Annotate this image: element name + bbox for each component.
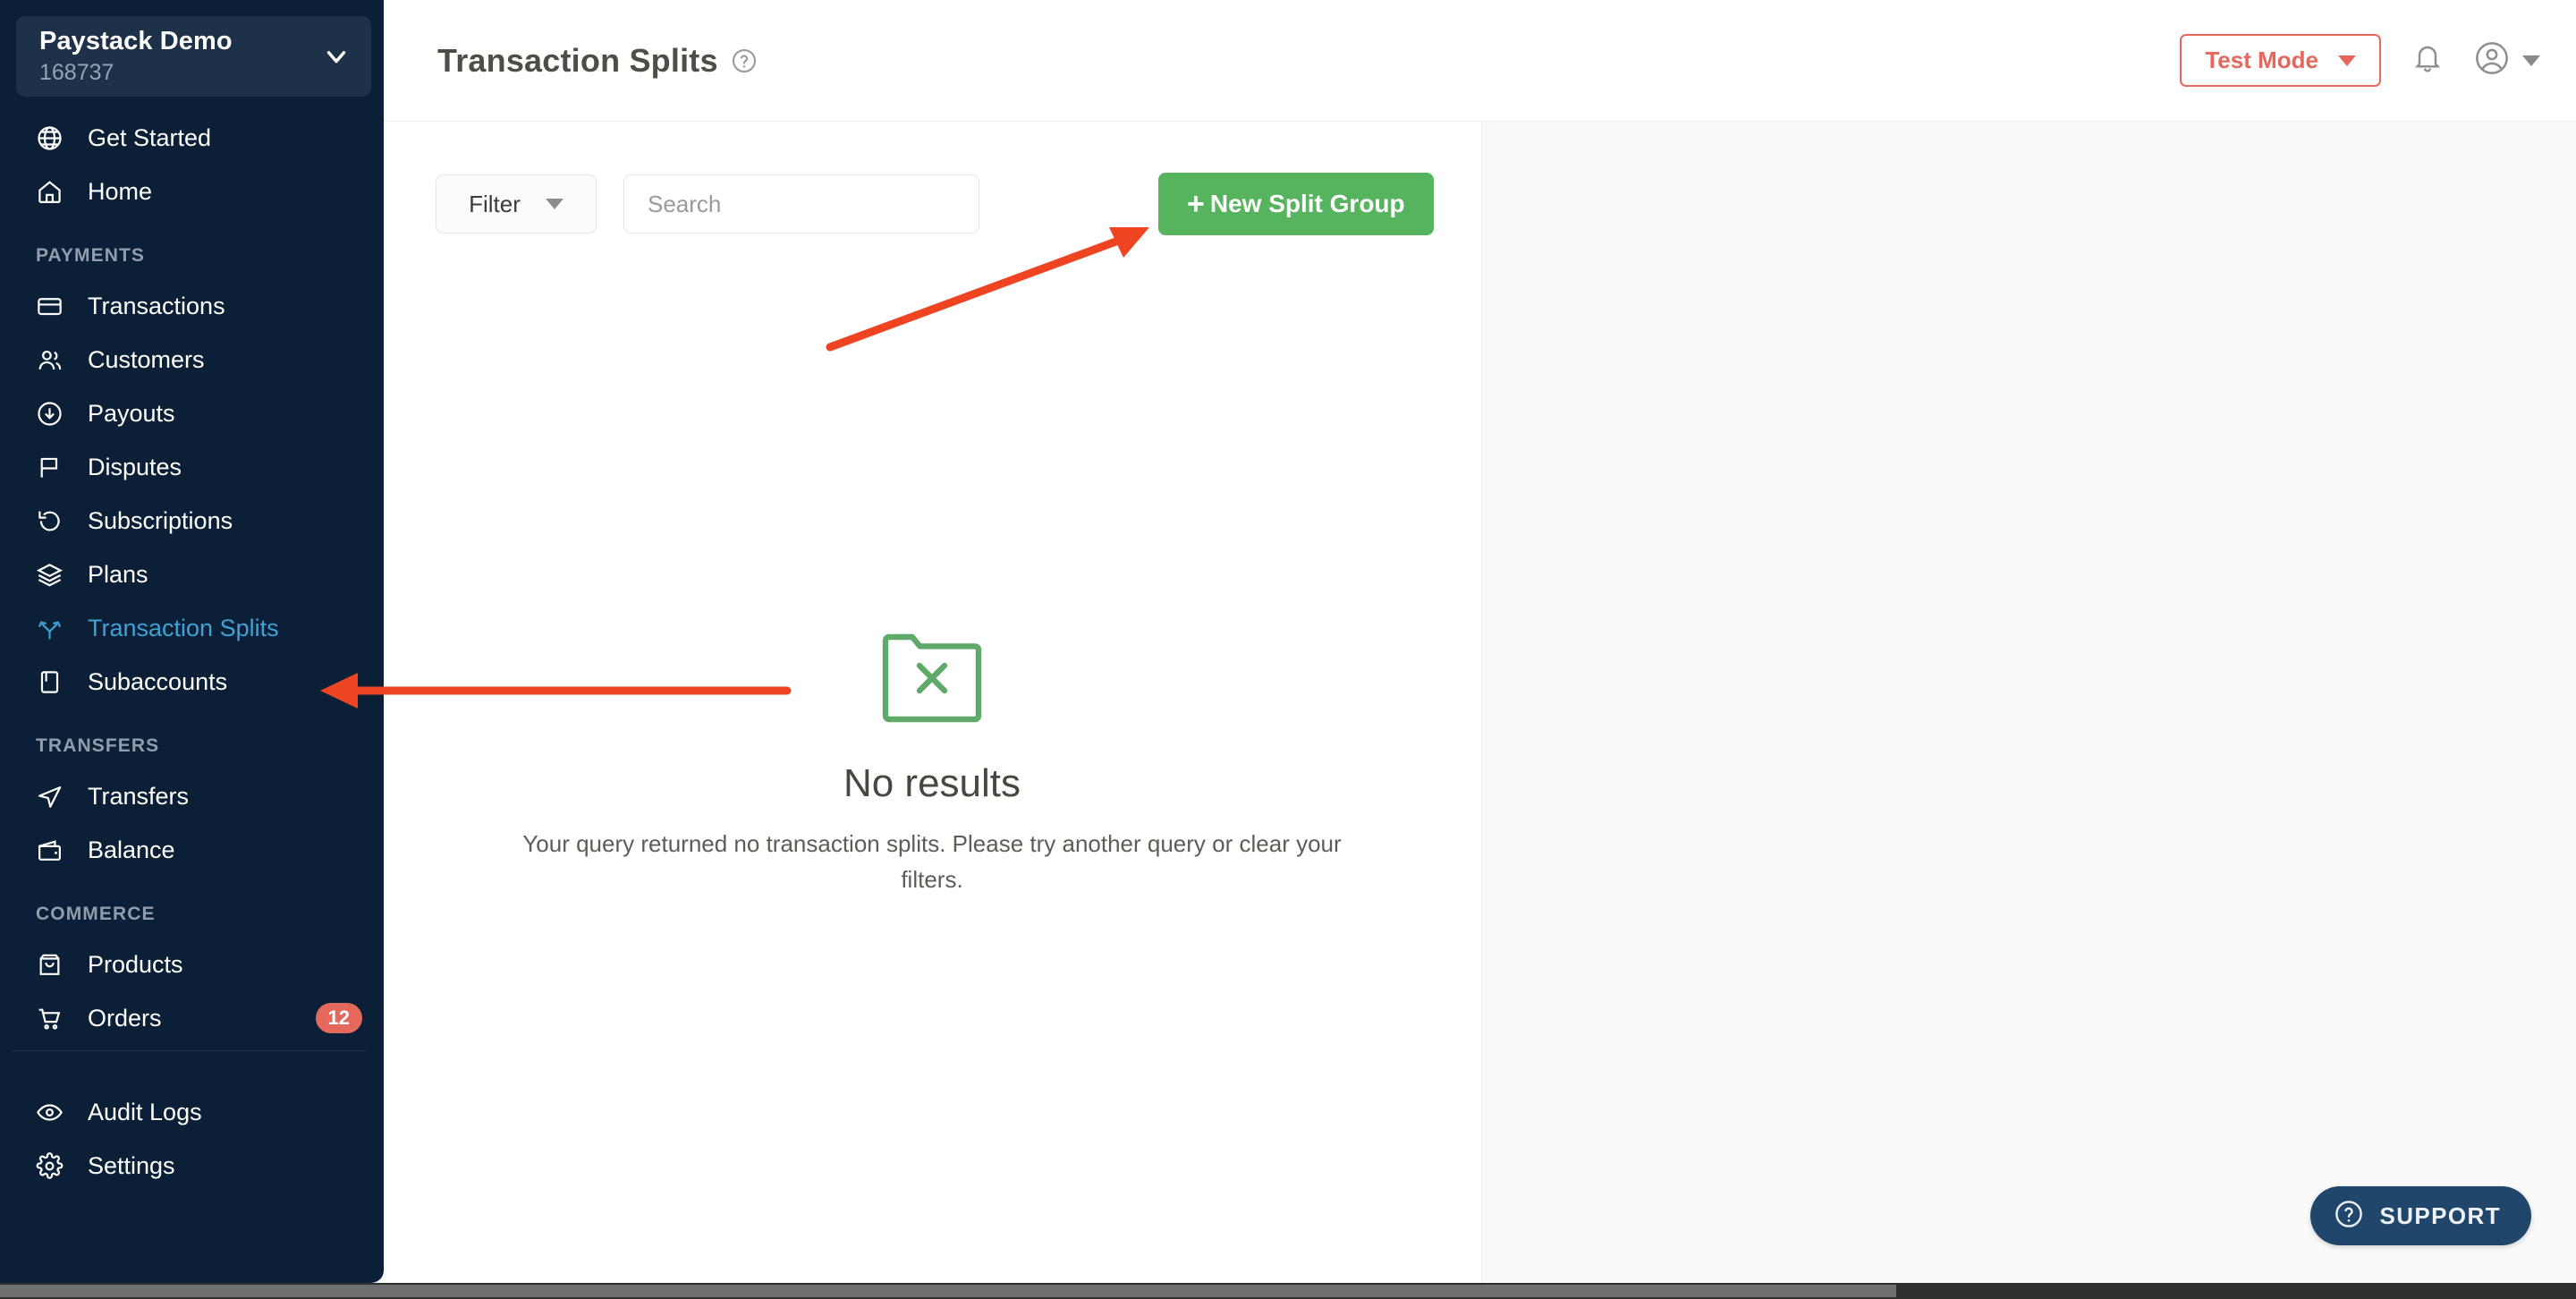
sidebar-item-audit-logs[interactable]: Audit Logs: [0, 1085, 384, 1139]
sidebar-item-payouts[interactable]: Payouts: [0, 386, 384, 440]
question-circle-icon: [2334, 1199, 2364, 1234]
new-split-group-button[interactable]: + New Split Group: [1158, 173, 1434, 235]
sidebar-item-label: Subaccounts: [88, 667, 228, 695]
account-info: Paystack Demo 168737: [39, 27, 321, 86]
sidebar-item-label: Balance: [88, 836, 175, 863]
sidebar-item-balance[interactable]: Balance: [0, 823, 384, 877]
split-fork-icon: [36, 615, 72, 642]
support-button[interactable]: SUPPORT: [2309, 1186, 2531, 1245]
sidebar-item-products[interactable]: Products: [0, 938, 384, 991]
send-icon: [36, 783, 72, 811]
eye-icon: [36, 1099, 72, 1126]
sidebar-item-label: Subscriptions: [88, 506, 233, 534]
sidebar-item-transaction-splits[interactable]: Transaction Splits: [0, 601, 384, 655]
sidebar-item-plans[interactable]: Plans: [0, 548, 384, 601]
users-icon: [36, 346, 72, 374]
folder-x-icon: [878, 628, 986, 727]
sidebar-item-label: Customers: [88, 345, 205, 373]
flag-icon: [36, 454, 72, 481]
sidebar-item-disputes[interactable]: Disputes: [0, 440, 384, 494]
account-id: 168737: [39, 60, 114, 85]
sidebar-item-orders[interactable]: Orders 12: [0, 991, 384, 1045]
window-scrollbar[interactable]: [0, 1283, 2576, 1299]
content-toolbar: Filter + New Split Group: [384, 122, 1481, 235]
gear-icon: [36, 1151, 72, 1180]
orders-badge: 12: [315, 1002, 362, 1034]
plus-icon: +: [1187, 187, 1205, 221]
sidebar-item-get-started[interactable]: Get Started: [0, 111, 384, 165]
sidebar-item-label: Products: [88, 950, 183, 978]
filter-dropdown[interactable]: Filter: [436, 174, 597, 233]
page-header: Transaction Splits Test Mode: [384, 0, 2576, 122]
layers-icon: [36, 561, 72, 589]
sidebar: Paystack Demo 168737 Get Started Home PA…: [0, 0, 384, 1283]
search-input[interactable]: [623, 174, 979, 233]
sidebar-item-subaccounts[interactable]: Subaccounts: [0, 655, 384, 709]
bell-icon: [2411, 42, 2444, 79]
sidebar-item-customers[interactable]: Customers: [0, 333, 384, 386]
sidebar-section-commerce: COMMERCE: [36, 904, 156, 924]
book-icon: [36, 668, 72, 696]
sidebar-item-label: Payouts: [88, 399, 175, 427]
sidebar-item-subscriptions[interactable]: Subscriptions: [0, 494, 384, 548]
account-switcher[interactable]: Paystack Demo 168737: [16, 16, 371, 97]
sidebar-nav: Get Started Home PAYMENTS Transactions C…: [0, 97, 384, 1193]
sidebar-item-transactions[interactable]: Transactions: [0, 279, 384, 333]
chevron-down-icon: [545, 199, 564, 209]
chevron-down-icon: [2522, 55, 2540, 66]
sidebar-section-payments: PAYMENTS: [36, 245, 145, 266]
chevron-down-icon: [2338, 55, 2356, 66]
user-menu-button[interactable]: [2474, 40, 2540, 81]
sidebar-item-label: Get Started: [88, 123, 212, 151]
scrollbar-thumb[interactable]: [0, 1285, 1896, 1297]
sidebar-item-label: Orders: [88, 1004, 162, 1032]
sidebar-item-label: Settings: [88, 1151, 175, 1179]
user-circle-icon: [2474, 40, 2510, 81]
home-icon: [36, 178, 72, 206]
sidebar-item-home[interactable]: Home: [0, 165, 384, 218]
paystack-dashboard: Paystack Demo 168737 Get Started Home PA…: [0, 0, 2576, 1299]
page-title: Transaction Splits: [437, 42, 758, 80]
sidebar-item-label: Audit Logs: [88, 1098, 202, 1125]
sidebar-item-transfers[interactable]: Transfers: [0, 769, 384, 823]
empty-state-title: No results: [843, 761, 1021, 805]
support-label: SUPPORT: [2379, 1201, 2501, 1229]
header-actions: Test Mode: [2180, 34, 2540, 87]
sidebar-section-transfers: TRANSFERS: [36, 735, 160, 756]
notifications-button[interactable]: [2411, 42, 2444, 79]
new-split-group-label: New Split Group: [1209, 190, 1405, 217]
test-mode-label: Test Mode: [2205, 47, 2318, 73]
wallet-icon: [36, 836, 72, 864]
sidebar-item-label: Disputes: [88, 453, 182, 480]
sidebar-item-label: Transfers: [88, 782, 190, 810]
globe-icon: [36, 124, 72, 152]
question-circle-icon[interactable]: [731, 47, 758, 74]
sidebar-item-label: Transaction Splits: [88, 614, 279, 641]
credit-card-icon: [36, 293, 72, 320]
shopping-cart-icon: [36, 1005, 72, 1032]
sidebar-item-label: Transactions: [88, 292, 225, 319]
test-mode-button[interactable]: Test Mode: [2180, 34, 2381, 87]
filter-label: Filter: [469, 190, 521, 217]
account-name: Paystack Demo: [39, 27, 233, 55]
empty-state: No results Your query returned no transa…: [384, 628, 1480, 898]
empty-state-description: Your query returned no transaction split…: [522, 830, 1342, 894]
download-circle-icon: [36, 400, 72, 428]
sidebar-item-settings[interactable]: Settings: [0, 1139, 384, 1193]
sidebar-item-label: Plans: [88, 560, 148, 588]
page-title-text: Transaction Splits: [437, 41, 718, 79]
refresh-icon: [36, 507, 72, 535]
chevron-down-icon: [321, 41, 352, 72]
sidebar-item-label: Home: [88, 177, 153, 205]
shopping-bag-icon: [36, 951, 72, 979]
main-content: Filter + New Split Group No results Your…: [384, 122, 1482, 1283]
